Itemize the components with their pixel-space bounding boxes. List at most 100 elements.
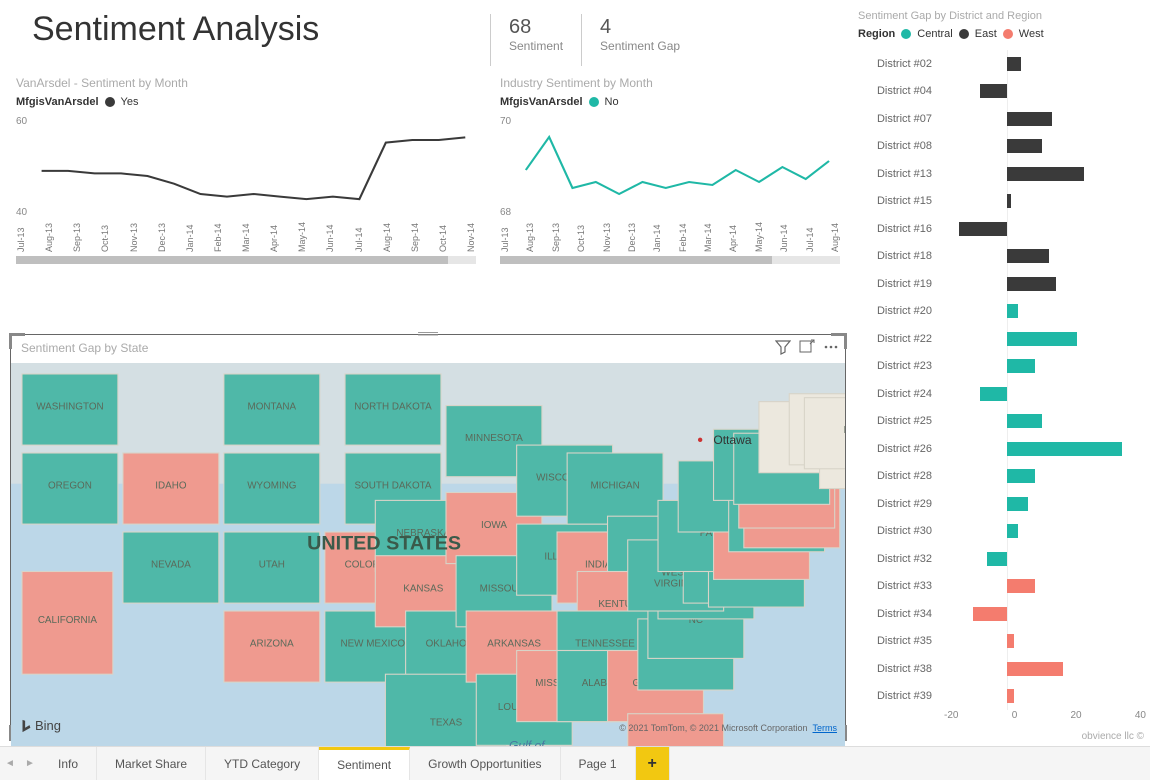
bar-label: District #34 (858, 608, 938, 620)
bar-row[interactable]: District #08 (858, 133, 1146, 161)
more-options-icon[interactable] (823, 339, 839, 355)
tab-prev-button[interactable]: ◄ (0, 747, 20, 780)
page-title: Sentiment Analysis (32, 10, 476, 49)
kpi-sentiment-gap[interactable]: 4 Sentiment Gap (581, 14, 698, 66)
bar-label: District #26 (858, 443, 938, 455)
chart-scrollbar[interactable] (16, 256, 476, 264)
bar-row[interactable]: District #22 (858, 325, 1146, 353)
map-title: Sentiment Gap by State (21, 341, 148, 355)
legend-dot-icon (1003, 29, 1013, 39)
svg-text:IOWA: IOWA (481, 520, 507, 531)
bar-label: District #33 (858, 580, 938, 592)
tab-page-1[interactable]: Page 1 (561, 747, 636, 780)
bar-row[interactable]: District #26 (858, 435, 1146, 463)
bing-logo: Bing (19, 718, 61, 733)
bar-row[interactable]: District #25 (858, 408, 1146, 436)
legend-value: No (605, 96, 619, 108)
svg-text:Ottawa: Ottawa (713, 433, 752, 447)
page-tabs: ◄ ► InfoMarket ShareYTD CategorySentimen… (0, 746, 1150, 780)
svg-text:P.E.: P.E. (844, 425, 845, 436)
svg-text:IDAHO: IDAHO (155, 481, 187, 492)
chart-scrollbar[interactable] (500, 256, 840, 264)
map-sentiment-gap-by-state[interactable]: ══ Sentiment Gap by State WASHINGTONOREG… (10, 334, 846, 740)
bar-label: District #39 (858, 690, 938, 702)
line-plot (515, 112, 840, 222)
bar-label: District #30 (858, 525, 938, 537)
terms-link[interactable]: Terms (813, 723, 838, 733)
drag-handle-icon[interactable]: ══ (11, 325, 845, 341)
bar-row[interactable]: District #13 (858, 160, 1146, 188)
bar-row[interactable]: District #32 (858, 545, 1146, 573)
chart-industry-sentiment[interactable]: Industry Sentiment by Month MfgisVanArsd… (490, 70, 850, 330)
svg-text:WYOMING: WYOMING (247, 481, 296, 492)
bar-row[interactable]: District #02 (858, 50, 1146, 78)
svg-text:UNITED STATES: UNITED STATES (307, 533, 461, 555)
filter-icon[interactable] (775, 339, 791, 355)
bar-row[interactable]: District #39 (858, 683, 1146, 711)
bar-label: District #35 (858, 635, 938, 647)
x-axis: -2002040 (944, 710, 1146, 721)
bar-row[interactable]: District #24 (858, 380, 1146, 408)
svg-text:OREGON: OREGON (48, 481, 92, 492)
bar-label: District #32 (858, 553, 938, 565)
bar-label: District #15 (858, 195, 938, 207)
svg-text:NEW MEXICO: NEW MEXICO (340, 639, 405, 650)
bar-label: District #28 (858, 470, 938, 482)
x-axis: Jul-13Aug-13Sep-13Oct-13Nov-13Dec-13Jan-… (16, 222, 476, 252)
chart-legend: MfgisVanArsdel Yes (16, 96, 476, 108)
chart-sentiment-gap-by-district[interactable]: Sentiment Gap by District and Region Reg… (854, 6, 1150, 744)
bar-row[interactable]: District #19 (858, 270, 1146, 298)
tab-market-share[interactable]: Market Share (97, 747, 206, 780)
tab-next-button[interactable]: ► (20, 747, 40, 780)
bar-row[interactable]: District #35 (858, 628, 1146, 656)
svg-text:WASHINGTON: WASHINGTON (36, 402, 103, 413)
tab-add-button[interactable]: + (636, 747, 670, 780)
kpi-gap-value: 4 (600, 16, 680, 39)
tab-growth-opportunities[interactable]: Growth Opportunities (410, 747, 560, 780)
kpi-gap-label: Sentiment Gap (600, 39, 680, 53)
tab-ytd-category[interactable]: YTD Category (206, 747, 319, 780)
kpi-sentiment-label: Sentiment (509, 39, 563, 53)
bar-row[interactable]: District #04 (858, 78, 1146, 106)
bar-row[interactable]: District #20 (858, 298, 1146, 326)
chart-legend: MfgisVanArsdel No (500, 96, 840, 108)
tab-sentiment[interactable]: Sentiment (319, 747, 410, 780)
bar-label: District #22 (858, 333, 938, 345)
bar-label: District #16 (858, 223, 938, 235)
kpi-row: 68 Sentiment 4 Sentiment Gap (490, 6, 850, 66)
svg-text:NORTH DAKOTA: NORTH DAKOTA (354, 402, 432, 413)
bar-label: District #24 (858, 388, 938, 400)
kpi-sentiment-value: 68 (509, 16, 563, 39)
svg-text:ARIZONA: ARIZONA (250, 639, 294, 650)
us-map[interactable]: WASHINGTONOREGONCALIFORNIAIDAHONEVADAUTA… (11, 363, 845, 780)
svg-text:CALIFORNIA: CALIFORNIA (38, 615, 98, 626)
svg-text:MICHIGAN: MICHIGAN (590, 481, 639, 492)
bar-row[interactable]: District #33 (858, 573, 1146, 601)
tab-info[interactable]: Info (40, 747, 97, 780)
bar-row[interactable]: District #34 (858, 600, 1146, 628)
line-plot (31, 112, 476, 222)
bar-row[interactable]: District #30 (858, 518, 1146, 546)
kpi-sentiment[interactable]: 68 Sentiment (490, 14, 581, 66)
bar-row[interactable]: District #15 (858, 188, 1146, 216)
y-axis: 60 40 (16, 112, 31, 222)
bar-row[interactable]: District #07 (858, 105, 1146, 133)
chart-vanarsdel-sentiment[interactable]: VanArsdel - Sentiment by Month MfgisVanA… (6, 70, 486, 330)
bar-row[interactable]: District #18 (858, 243, 1146, 271)
legend-dot-icon (105, 97, 115, 107)
bar-label: District #18 (858, 250, 938, 262)
bar-row[interactable]: District #28 (858, 463, 1146, 491)
bar-row[interactable]: District #16 (858, 215, 1146, 243)
bar-label: District #07 (858, 113, 938, 125)
chart-legend: Region Central East West (858, 28, 1146, 40)
svg-text:MONTANA: MONTANA (248, 402, 297, 413)
svg-text:UTAH: UTAH (259, 560, 285, 571)
legend-value: Yes (121, 96, 139, 108)
svg-text:MINNESOTA: MINNESOTA (465, 433, 523, 444)
legend-prefix: MfgisVanArsdel (500, 96, 583, 108)
chart-title: VanArsdel - Sentiment by Month (16, 76, 476, 90)
bar-row[interactable]: District #23 (858, 353, 1146, 381)
focus-mode-icon[interactable] (799, 339, 815, 355)
bar-row[interactable]: District #38 (858, 655, 1146, 683)
bar-row[interactable]: District #29 (858, 490, 1146, 518)
